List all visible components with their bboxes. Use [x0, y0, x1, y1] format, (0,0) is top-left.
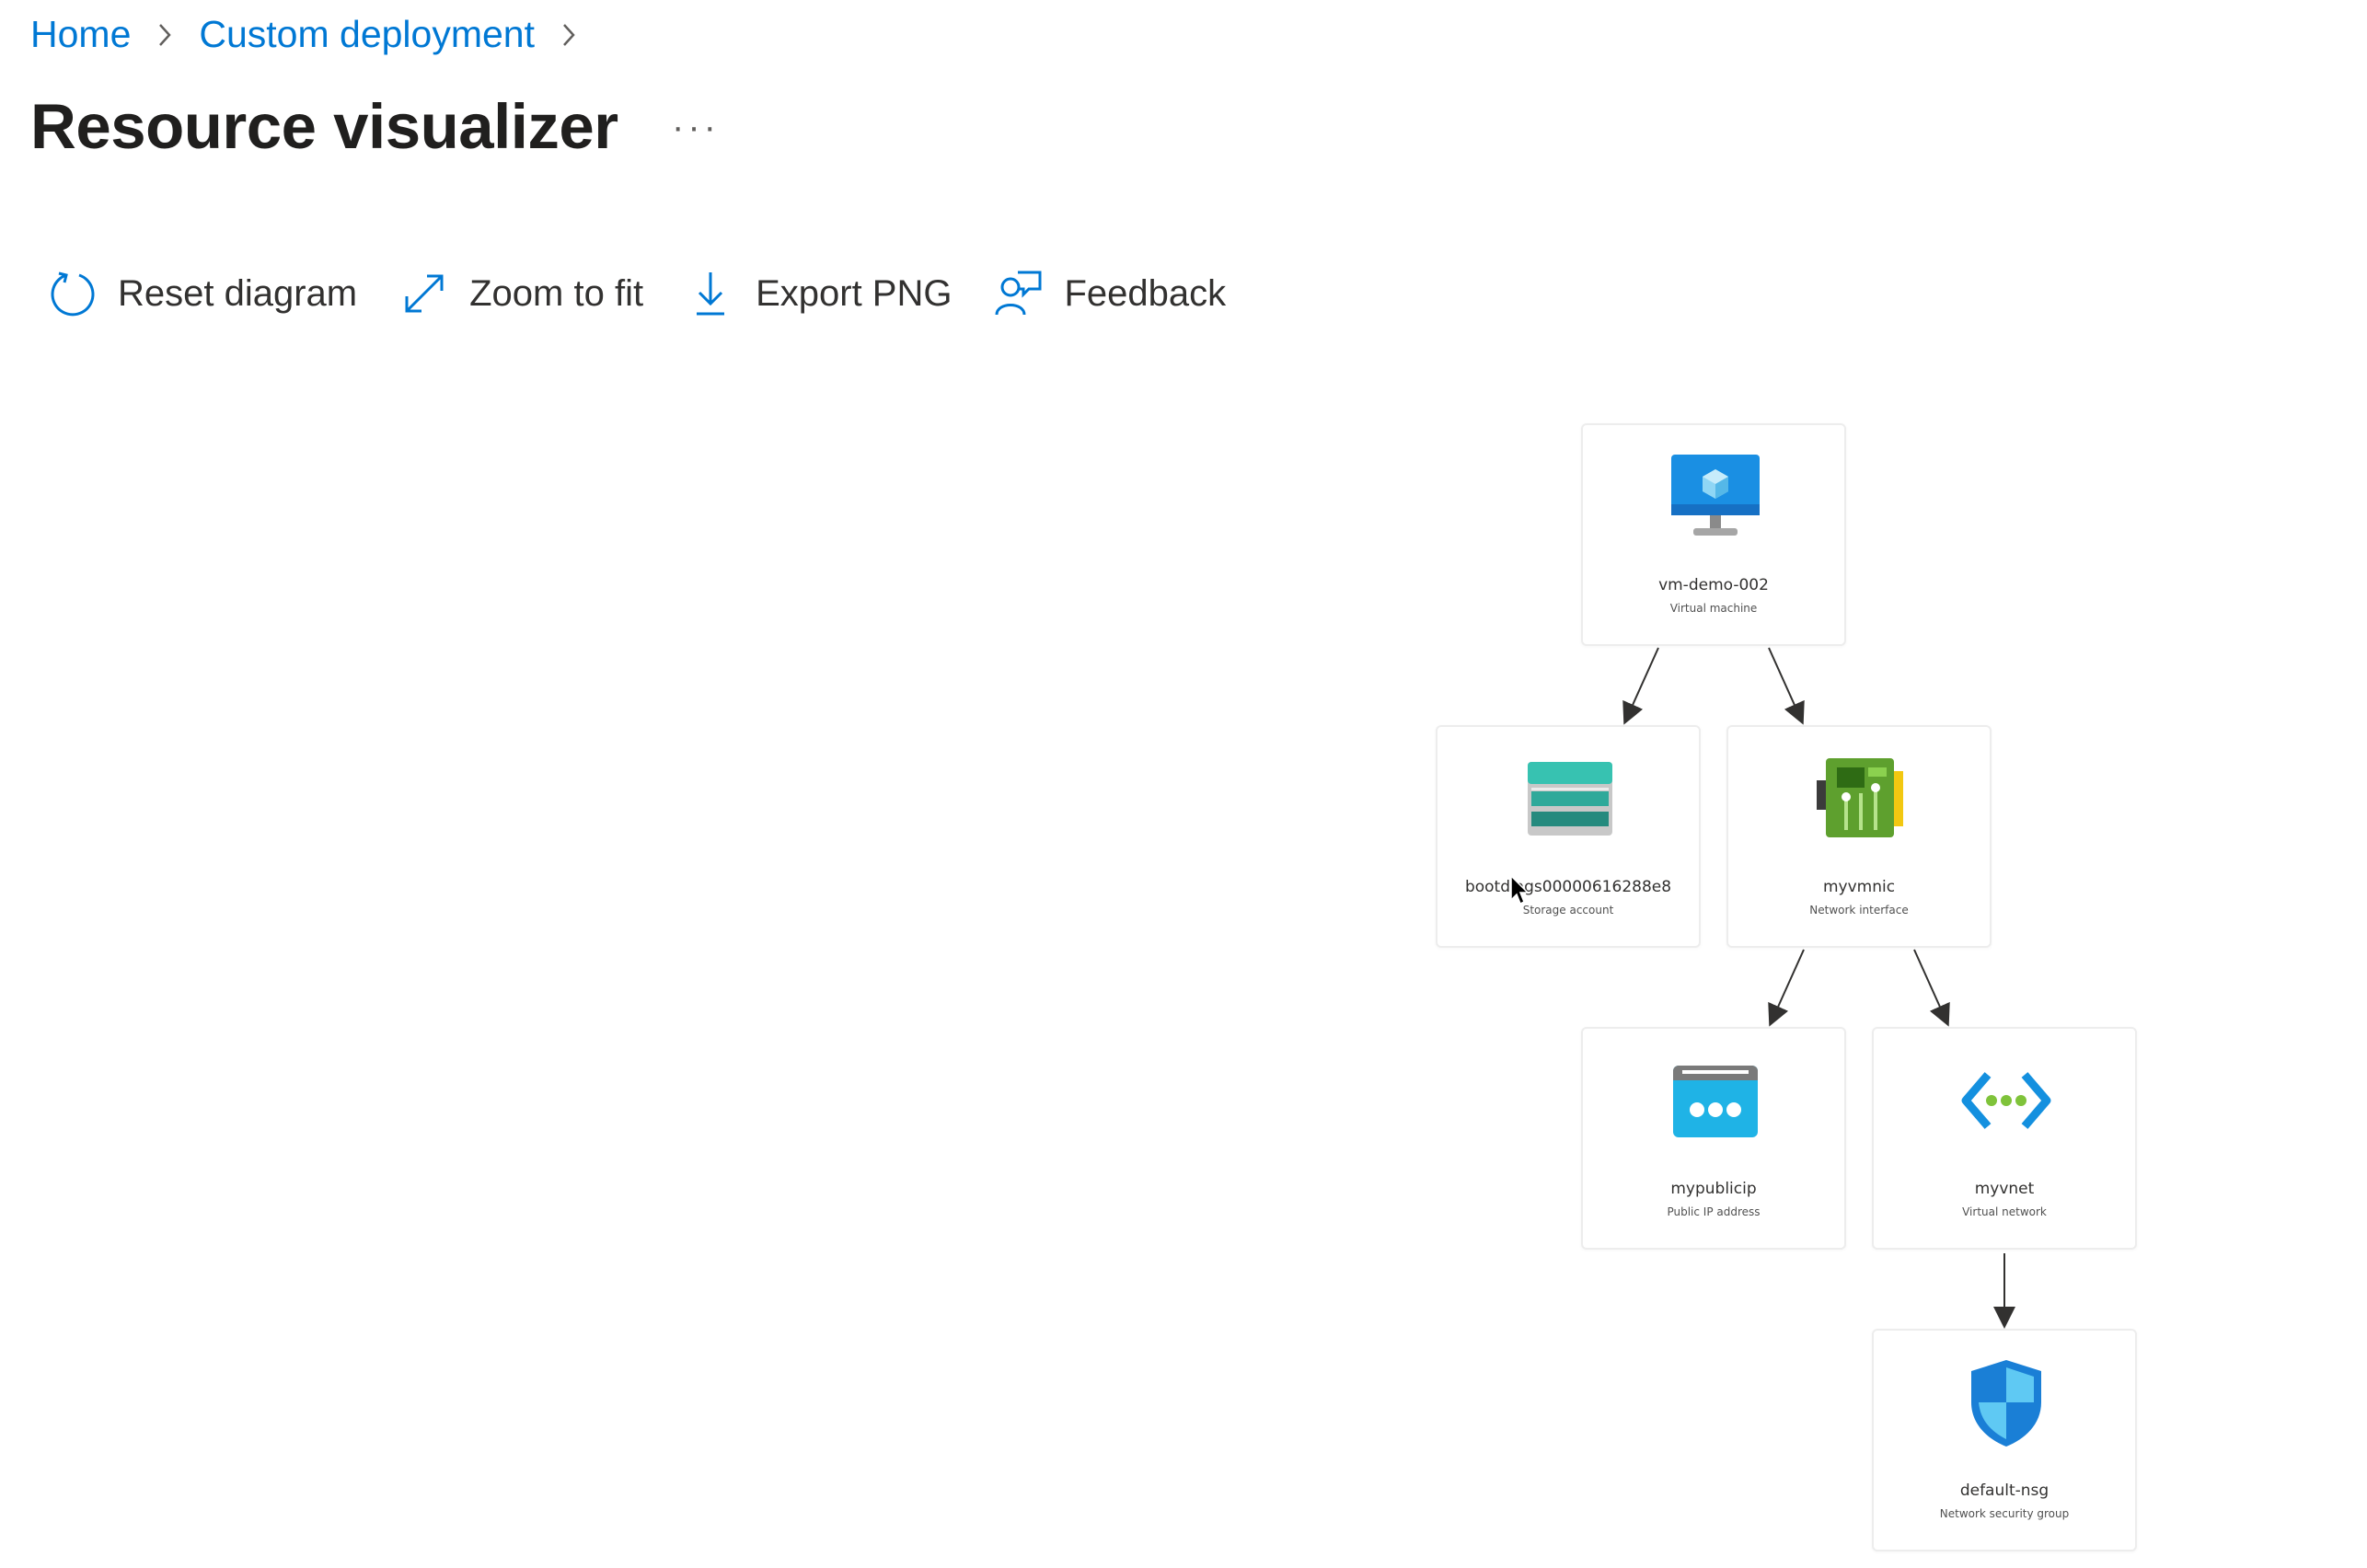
export-png-button[interactable]: Export PNG: [686, 269, 952, 318]
feedback-person-icon: [995, 271, 1042, 316]
page-title: Resource visualizer: [30, 91, 618, 162]
node-name: myvmnic: [1822, 878, 1896, 896]
network-interface-icon: [1817, 758, 1903, 837]
virtual-machine-icon: [1671, 455, 1760, 536]
public-ip-icon: [1673, 1066, 1758, 1137]
edge-vm-storage: [1622, 647, 1659, 725]
node-network-security-group[interactable]: default-nsg Network security group: [1872, 1329, 2137, 1551]
node-type: Public IP address: [1667, 1205, 1761, 1218]
node-type: Virtual network: [1962, 1205, 2047, 1218]
node-name: mypublicip: [1670, 1180, 1757, 1198]
zoom-to-fit-label: Zoom to fit: [469, 272, 644, 314]
nsg-shield-icon: [1971, 1360, 2041, 1447]
node-name: vm-demo-002: [1658, 576, 1769, 594]
toolbar: Reset diagram Zoom to fit Export PNG Fee…: [48, 269, 1226, 318]
export-png-label: Export PNG: [756, 272, 953, 314]
node-virtual-network[interactable]: myvnet Virtual network: [1872, 1027, 2137, 1250]
node-storage-account[interactable]: bootdiags00000616288e8 Storage account: [1436, 725, 1701, 948]
node-type: Storage account: [1522, 904, 1614, 917]
reset-diagram-button[interactable]: Reset diagram: [48, 269, 357, 318]
breadcrumb-home[interactable]: Home: [30, 13, 131, 56]
node-type: Virtual machine: [1669, 602, 1758, 615]
edge-vm-nic: [1768, 647, 1805, 725]
more-options-button[interactable]: ···: [672, 109, 720, 145]
feedback-button[interactable]: Feedback: [994, 269, 1226, 318]
edge-nic-pip: [1768, 949, 1805, 1027]
chevron-right-icon: [563, 23, 575, 46]
reset-diagram-label: Reset diagram: [118, 272, 358, 314]
node-public-ip[interactable]: mypublicip Public IP address: [1581, 1027, 1846, 1250]
breadcrumb-custom-deployment[interactable]: Custom deployment: [199, 13, 535, 56]
breadcrumb: Home Custom deployment: [30, 13, 579, 56]
node-name: myvnet: [1974, 1180, 2035, 1198]
feedback-label: Feedback: [1064, 272, 1227, 314]
download-icon: [697, 272, 725, 316]
mouse-cursor-icon: [1510, 874, 1530, 905]
edge-nic-vnet: [1913, 949, 1950, 1027]
expand-diagonal-icon: [405, 274, 444, 313]
refresh-icon: [51, 271, 95, 317]
virtual-network-icon: [1961, 1072, 2051, 1129]
diagram-canvas[interactable]: vm-demo-002 Virtual machine bootdiags000…: [0, 350, 2367, 1568]
node-type: Network security group: [1939, 1507, 2070, 1520]
node-name: default-nsg: [1959, 1482, 2049, 1500]
storage-account-icon: [1528, 762, 1612, 836]
node-virtual-machine[interactable]: vm-demo-002 Virtual machine: [1581, 423, 1846, 646]
node-network-interface[interactable]: myvmnic Network interface: [1726, 725, 1992, 948]
chevron-right-icon: [159, 23, 172, 46]
node-name: bootdiags00000616288e8: [1464, 878, 1672, 896]
zoom-to-fit-button[interactable]: Zoom to fit: [399, 269, 643, 318]
node-type: Network interface: [1809, 904, 1909, 917]
